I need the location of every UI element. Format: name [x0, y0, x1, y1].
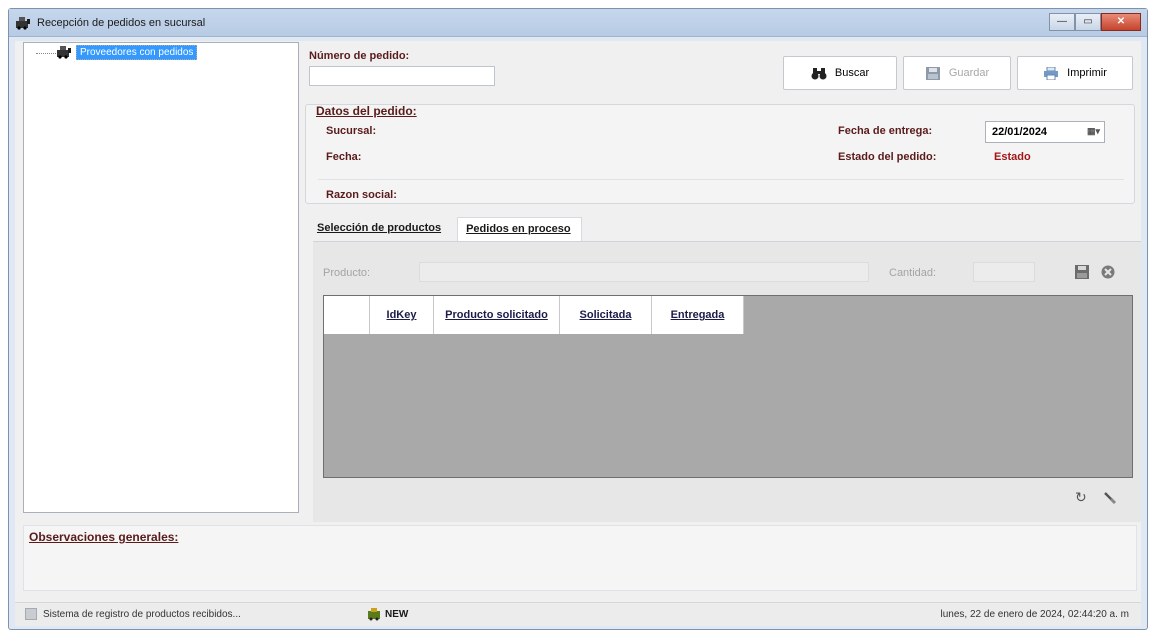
calendar-dropdown-icon[interactable]: ▦▾ — [1087, 126, 1100, 137]
eraser-icon[interactable] — [1103, 490, 1117, 504]
client-area: Proveedores con pedidos Número de pedido… — [15, 41, 1141, 626]
new-icon — [368, 608, 380, 621]
supplier-icon — [57, 46, 71, 59]
save-button[interactable]: Guardar — [903, 56, 1011, 90]
status-value: Estado — [994, 151, 1031, 163]
status-message: Sistema de registro de productos recibid… — [43, 609, 241, 620]
observations-textarea[interactable] — [23, 525, 1137, 591]
product-selection-panel: Producto: Cantidad: IdKey Producto solic… — [313, 241, 1141, 522]
details-separator — [318, 179, 1124, 180]
print-button[interactable]: Imprimir — [1017, 56, 1133, 90]
save-label: Guardar — [948, 67, 990, 79]
tree-item-suppliers[interactable]: Proveedores con pedidos — [76, 45, 198, 60]
column-delivered-qty[interactable]: Entregada — [652, 296, 744, 334]
search-button[interactable]: Buscar — [783, 56, 897, 90]
tree-connector — [36, 53, 56, 54]
products-grid[interactable]: IdKey Producto solicitado Solicitada Ent… — [323, 295, 1133, 478]
product-label: Producto: — [323, 267, 371, 279]
delivery-date-label: Fecha de entrega: — [838, 125, 933, 137]
status-bar: Sistema de registro de productos recibid… — [15, 602, 1141, 626]
binoculars-icon — [811, 67, 827, 79]
column-requested-qty[interactable]: Solicitada — [560, 296, 652, 334]
window-title: Recepción de pedidos en sucursal — [37, 17, 206, 29]
delivery-date-picker[interactable]: 22/01/2024 ▦▾ — [985, 121, 1105, 143]
tab-strip: Selección de productos Pedidos en proces… — [309, 217, 582, 241]
new-badge[interactable]: NEW — [385, 609, 408, 620]
grid-header: IdKey Producto solicitado Solicitada Ent… — [324, 296, 744, 334]
floppy-disk-icon — [925, 66, 940, 80]
date-label: Fecha: — [326, 151, 362, 163]
floppy-disk-icon[interactable] — [1075, 265, 1089, 279]
app-icon — [16, 17, 30, 30]
tab-product-selection[interactable]: Selección de productos — [309, 217, 452, 241]
column-requested-product[interactable]: Producto solicitado — [434, 296, 560, 334]
status-label: Estado del pedido: — [838, 151, 937, 163]
minimize-button[interactable]: — — [1049, 13, 1075, 31]
delivery-date-value: 22/01/2024 — [992, 126, 1048, 138]
status-message-icon — [25, 608, 37, 620]
row-header-column — [324, 296, 370, 334]
print-label: Imprimir — [1067, 67, 1107, 79]
order-details-title: Datos del pedido: — [316, 104, 417, 118]
cancel-icon[interactable] — [1101, 265, 1115, 279]
supplier-tree[interactable]: Proveedores con pedidos — [23, 42, 299, 513]
quantity-input[interactable] — [973, 262, 1035, 282]
title-bar[interactable]: Recepción de pedidos en sucursal — ▭ ✕ — [9, 9, 1147, 37]
product-input[interactable] — [419, 262, 869, 282]
refresh-icon[interactable]: ↻ — [1075, 490, 1089, 504]
search-label: Buscar — [834, 67, 870, 79]
main-window: Recepción de pedidos en sucursal — ▭ ✕ P… — [8, 8, 1148, 630]
close-button[interactable]: ✕ — [1101, 13, 1141, 31]
observations-title: Observaciones generales: — [29, 530, 179, 544]
order-details-group: Datos del pedido: Sucursal: Fecha: Razon… — [305, 104, 1135, 204]
maximize-button[interactable]: ▭ — [1075, 13, 1101, 31]
tab-orders-in-process[interactable]: Pedidos en proceso — [457, 217, 582, 241]
quantity-label: Cantidad: — [889, 267, 937, 279]
order-number-label: Número de pedido: — [309, 50, 410, 62]
order-number-input[interactable] — [309, 66, 495, 86]
window-controls: — ▭ ✕ — [1049, 13, 1141, 31]
branch-label: Sucursal: — [326, 125, 377, 137]
column-idkey[interactable]: IdKey — [370, 296, 434, 334]
status-datetime: lunes, 22 de enero de 2024, 02:44:20 a. … — [940, 609, 1129, 620]
printer-icon — [1044, 66, 1059, 80]
business-name-label: Razon social: — [326, 189, 397, 201]
